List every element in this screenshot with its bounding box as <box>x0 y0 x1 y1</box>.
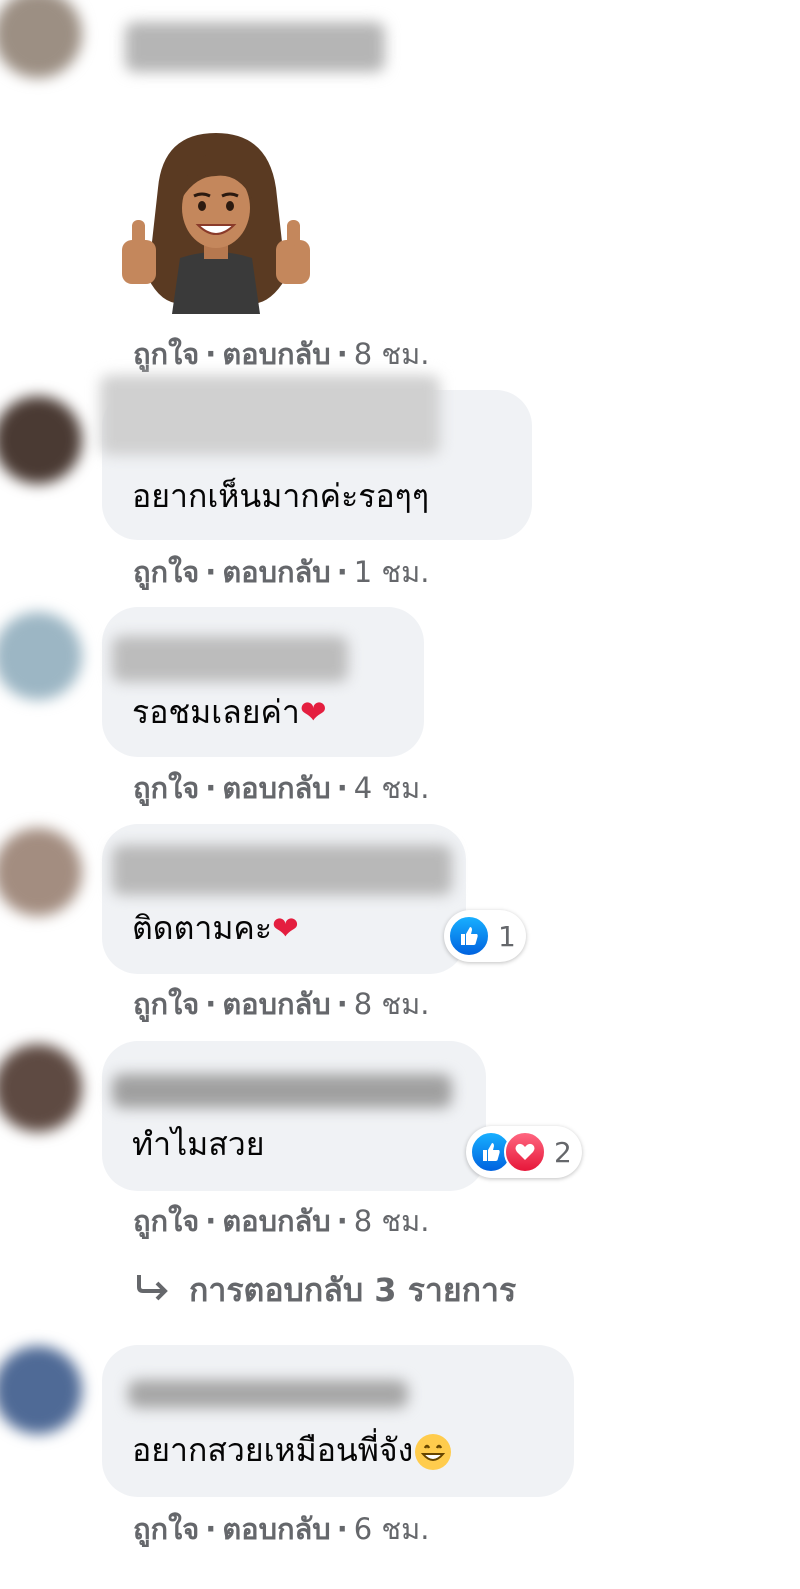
separator: · <box>205 1204 217 1238</box>
red-heart-emoji-icon: ❤ <box>272 909 299 947</box>
separator: · <box>336 987 348 1021</box>
like-reaction-icon <box>448 915 490 957</box>
avatar[interactable] <box>0 0 82 78</box>
separator: · <box>336 1204 348 1238</box>
commenter-name[interactable] <box>112 1074 452 1108</box>
like-link[interactable]: ถูกใจ <box>133 555 199 589</box>
comment-actions: ถูกใจ · ตอบกลับ · 4 ชม. <box>133 770 429 806</box>
separator: · <box>205 337 217 371</box>
reply-link[interactable]: ตอบกลับ <box>222 1512 330 1546</box>
separator: · <box>336 1512 348 1546</box>
reply-link[interactable]: ตอบกลับ <box>222 1204 330 1238</box>
reply-arrow-icon <box>135 1268 171 1312</box>
separator: · <box>205 987 217 1021</box>
timestamp[interactable]: 4 ชม. <box>354 771 430 805</box>
comment-bubble <box>102 1345 574 1497</box>
comment-actions: ถูกใจ · ตอบกลับ · 1 ชม. <box>133 554 429 590</box>
avatar[interactable] <box>0 828 82 916</box>
comment-actions: ถูกใจ · ตอบกลับ · 6 ชม. <box>133 1511 429 1547</box>
sticker-comment <box>118 128 314 314</box>
reaction-count: 1 <box>498 919 516 953</box>
comment-actions: ถูกใจ · ตอบกลับ · 8 ชม. <box>133 336 429 372</box>
like-link[interactable]: ถูกใจ <box>133 771 199 805</box>
commenter-name[interactable] <box>125 22 385 72</box>
comment-text: อยากสวยเหมือนพี่จัง <box>132 1430 453 1472</box>
comment-actions: ถูกใจ · ตอบกลับ · 8 ชม. <box>133 1203 429 1239</box>
grinning-face-emoji-icon <box>413 1432 453 1472</box>
comment-text-content: อยากสวยเหมือนพี่จัง <box>132 1431 414 1469</box>
comment-text: ทำไมสวย <box>132 1125 265 1163</box>
comment-actions: ถูกใจ · ตอบกลับ · 8 ชม. <box>133 986 429 1022</box>
separator: · <box>205 771 217 805</box>
separator: · <box>336 771 348 805</box>
timestamp[interactable]: 6 ชม. <box>354 1512 430 1546</box>
commenter-name[interactable] <box>100 375 440 455</box>
avatar[interactable] <box>0 396 82 484</box>
comment-text: รอชมเลยค่า❤ <box>132 692 327 732</box>
reaction-summary[interactable]: 2 <box>466 1126 582 1178</box>
comment-text: ติดตามคะ❤ <box>132 908 299 948</box>
reply-link[interactable]: ตอบกลับ <box>222 771 330 805</box>
separator: · <box>336 555 348 589</box>
view-replies-link[interactable]: การตอบกลับ 3 รายการ <box>135 1268 516 1312</box>
comment-bubble <box>102 1041 486 1191</box>
comment-text: อยากเห็นมากค่ะรอๆๆ <box>132 477 430 515</box>
reply-link[interactable]: ตอบกลับ <box>222 337 330 371</box>
like-link[interactable]: ถูกใจ <box>133 1512 199 1546</box>
timestamp[interactable]: 8 ชม. <box>354 337 430 371</box>
avatar[interactable] <box>0 1044 82 1132</box>
like-link[interactable]: ถูกใจ <box>133 1204 199 1238</box>
commenter-name[interactable] <box>128 1380 408 1408</box>
view-replies-label[interactable]: การตอบกลับ 3 รายการ <box>189 1271 516 1309</box>
timestamp[interactable]: 8 ชม. <box>354 1204 430 1238</box>
avatar[interactable] <box>0 1346 82 1434</box>
reaction-count: 2 <box>554 1135 572 1169</box>
like-link[interactable]: ถูกใจ <box>133 987 199 1021</box>
avatar[interactable] <box>0 612 82 700</box>
timestamp[interactable]: 1 ชม. <box>354 555 430 589</box>
comment-text-content: รอชมเลยค่า <box>132 693 300 731</box>
commenter-name[interactable] <box>112 636 348 682</box>
comment-bubble <box>102 607 424 757</box>
reply-link[interactable]: ตอบกลับ <box>222 987 330 1021</box>
separator: · <box>336 337 348 371</box>
reply-link[interactable]: ตอบกลับ <box>222 555 330 589</box>
like-link[interactable]: ถูกใจ <box>133 337 199 371</box>
love-reaction-icon <box>504 1131 546 1173</box>
reaction-summary[interactable]: 1 <box>444 910 526 962</box>
commenter-name[interactable] <box>112 845 452 895</box>
separator: · <box>205 1512 217 1546</box>
red-heart-emoji-icon: ❤ <box>299 693 327 731</box>
separator: · <box>205 555 217 589</box>
timestamp[interactable]: 8 ชม. <box>354 987 430 1021</box>
avatar-thumbs-up-sticker <box>122 133 310 314</box>
comment-text-content: ติดตามคะ <box>132 909 272 947</box>
